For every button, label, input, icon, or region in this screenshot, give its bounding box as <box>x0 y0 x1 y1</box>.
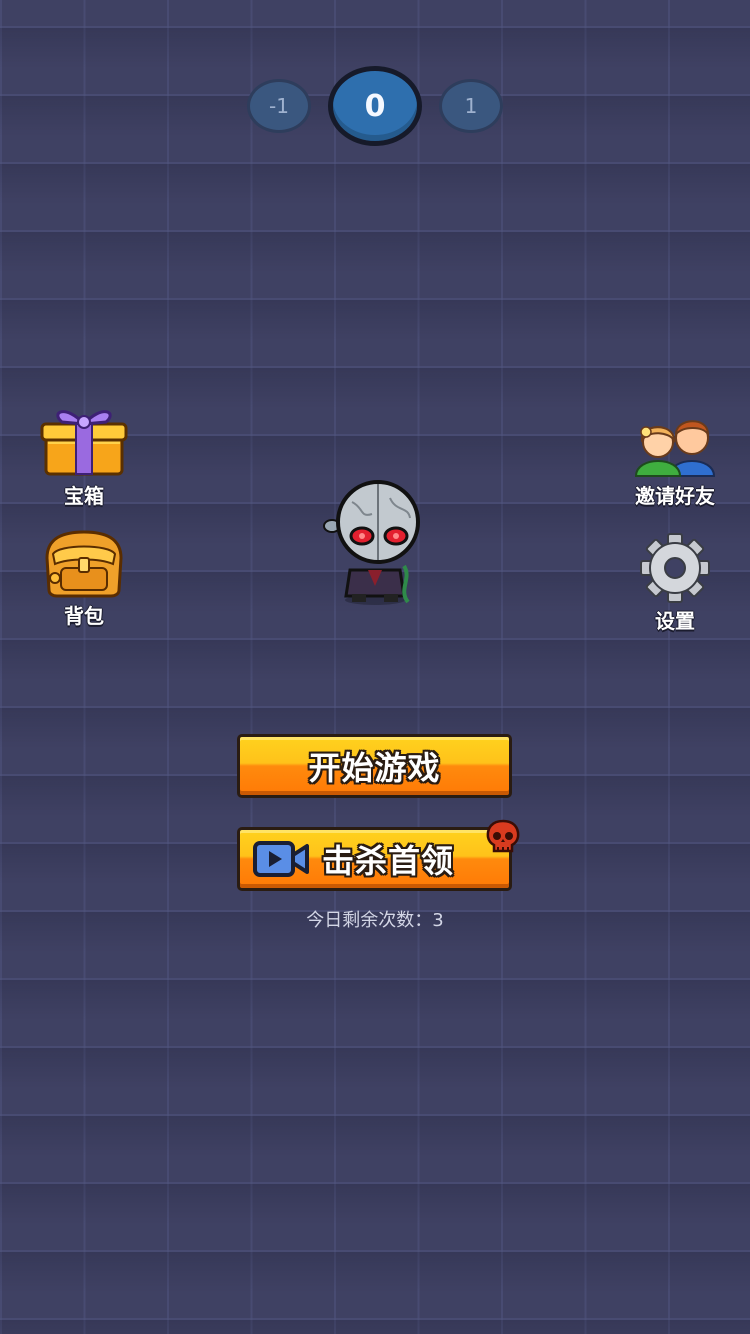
treasure-chest-button[interactable]: 宝箱 <box>29 402 139 509</box>
invite-friends-button[interactable]: 邀请好友 <box>620 408 730 509</box>
kill-boss-button[interactable]: 击杀首领 <box>237 827 512 891</box>
level-current-indicator: 0 <box>328 66 422 146</box>
start-game-button[interactable]: 开始游戏 <box>237 734 512 798</box>
level-next-button[interactable]: 1 <box>439 79 503 133</box>
backpack-icon <box>45 530 123 598</box>
skull-icon <box>486 819 520 853</box>
friends-icon <box>634 420 716 477</box>
video-camera-icon <box>253 841 309 877</box>
invite-friends-label: 邀请好友 <box>635 484 715 508</box>
character-sprite <box>323 480 420 605</box>
gear-icon <box>640 533 710 603</box>
start-game-label: 开始游戏 <box>308 749 441 787</box>
level-prev-button[interactable]: -1 <box>247 79 311 133</box>
settings-label: 设置 <box>655 609 695 633</box>
backpack-button[interactable]: 背包 <box>29 528 139 629</box>
settings-button[interactable]: 设置 <box>620 533 730 634</box>
remaining-attempts-text: 今日剩余次数：3 <box>306 910 444 931</box>
gift-box-icon <box>40 410 128 476</box>
kill-boss-label: 击杀首领 <box>322 842 455 880</box>
backpack-label: 背包 <box>64 604 104 628</box>
background-grid <box>0 0 750 1334</box>
chest-label: 宝箱 <box>64 484 104 508</box>
